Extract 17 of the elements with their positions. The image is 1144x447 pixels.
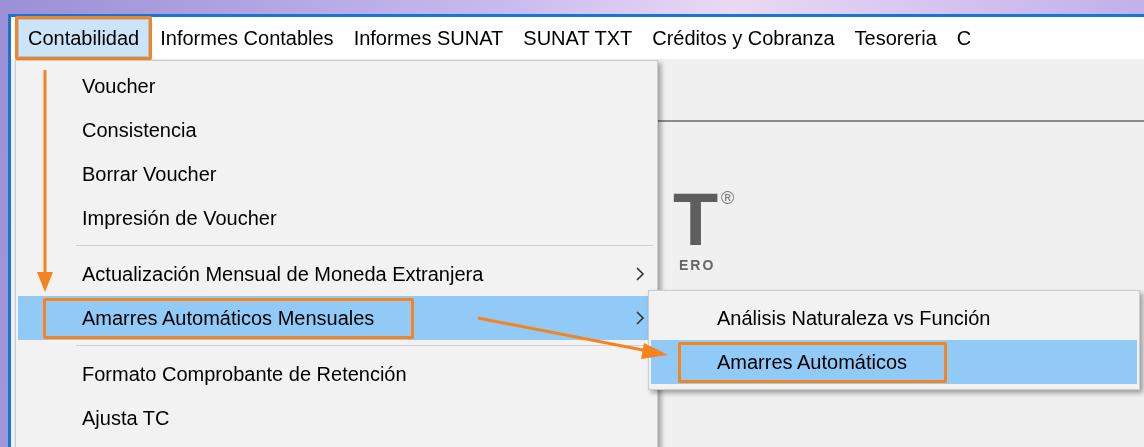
menu-bar-item[interactable]: Tesoreria bbox=[845, 20, 946, 56]
registered-mark: ® bbox=[721, 189, 735, 207]
logo-tagline: ERO bbox=[679, 258, 716, 272]
menu-item[interactable]: Amarres Automáticos bbox=[651, 340, 1137, 384]
menu-item[interactable]: Borrar Voucher bbox=[18, 152, 655, 196]
menu-bar-item[interactable]: Contabilidad bbox=[18, 19, 150, 57]
menu-bar-item[interactable]: C bbox=[947, 20, 981, 56]
menu-item[interactable]: Ajusta TC bbox=[18, 396, 655, 440]
menu-item[interactable]: Consistencia bbox=[18, 108, 655, 152]
menu-item[interactable]: Actualización Mensual de Moneda Extranjera bbox=[18, 252, 655, 296]
menu-bar-item[interactable]: Informes SUNAT bbox=[344, 20, 513, 56]
menu-item[interactable]: Voucher bbox=[18, 64, 655, 108]
logo-letter: T bbox=[673, 183, 719, 257]
menu-bar-item[interactable]: Informes Contables bbox=[151, 20, 343, 56]
menu-bar-item[interactable]: SUNAT TXT bbox=[514, 20, 642, 56]
menu-bar-item[interactable]: Créditos y Cobranza bbox=[643, 20, 844, 56]
menu-item[interactable]: Impresión de Voucher bbox=[18, 196, 655, 240]
